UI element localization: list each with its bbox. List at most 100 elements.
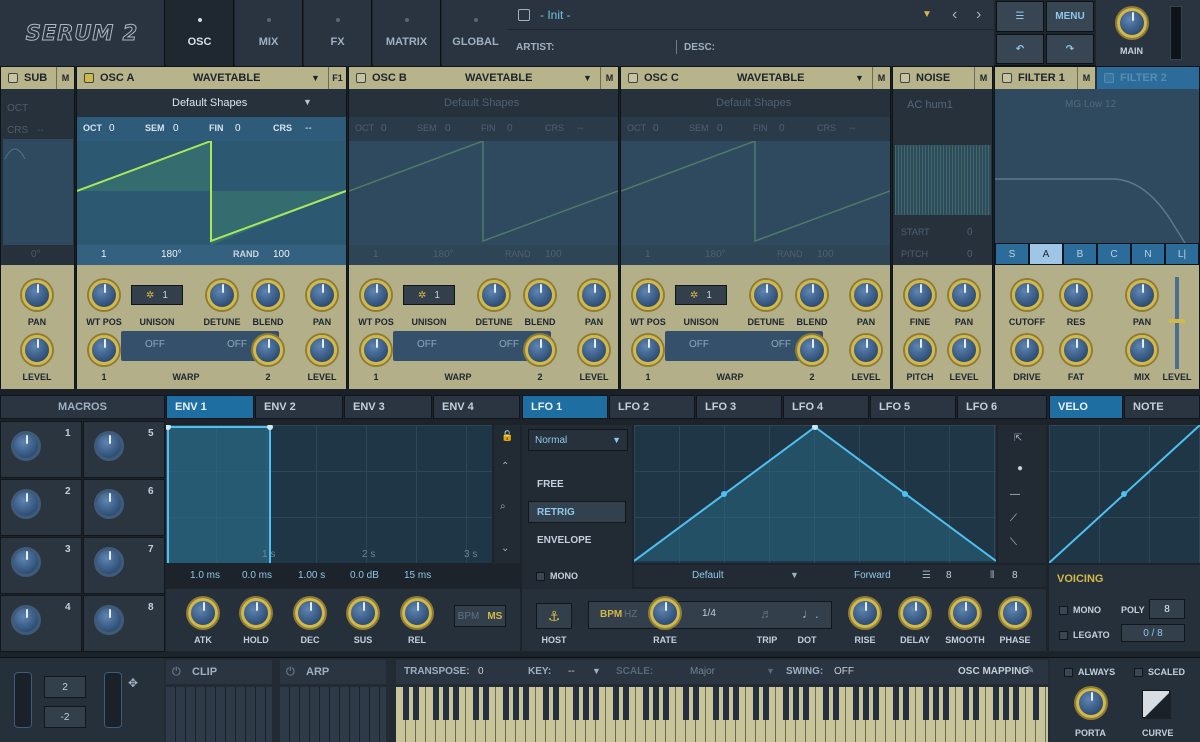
filter2-header[interactable]: FILTER 2	[1097, 67, 1199, 89]
zoom-down-icon[interactable]: ⌄	[501, 543, 509, 554]
mod-wheel[interactable]	[104, 672, 122, 728]
lfo-shape-dropdown-icon[interactable]: ▼	[790, 570, 799, 580]
lfo-smooth-knob[interactable]	[950, 598, 980, 628]
osc-c-pan-knob[interactable]	[851, 280, 881, 310]
filter1-header[interactable]: FILTER 1M	[995, 67, 1095, 89]
arp-tab[interactable]: ⏻ ARP	[280, 660, 386, 684]
tab-lfo-5[interactable]: LFO 5	[870, 395, 956, 419]
noise-sample-name[interactable]: AC hum1	[907, 99, 953, 111]
lfo-hz-label[interactable]: HZ	[624, 609, 637, 620]
osc-b-type[interactable]: WAVETABLE	[465, 72, 532, 84]
osc-b-warp1-knob[interactable]	[361, 335, 391, 365]
osc-a-blend-knob[interactable]	[253, 280, 283, 310]
macro-7[interactable]: 7	[83, 537, 165, 594]
velocity-graph[interactable]	[1048, 424, 1200, 564]
macro-2[interactable]: 2	[0, 479, 82, 536]
osc-c-detune-knob[interactable]	[751, 280, 781, 310]
filter-mix-knob[interactable]	[1127, 335, 1157, 365]
osc-c-warp1-knob[interactable]	[633, 335, 663, 365]
preset-name[interactable]: - Init -	[540, 8, 571, 22]
osc-a-type[interactable]: WAVETABLE	[193, 72, 260, 84]
filter-route-n[interactable]: N	[1131, 243, 1165, 265]
lfo-grid-y-value[interactable]: 8	[1012, 570, 1018, 581]
tab-fx[interactable]: FX	[304, 0, 372, 66]
osc-a-warp2-knob[interactable]	[253, 335, 283, 365]
clip-tab[interactable]: ⏻ CLIP	[166, 660, 272, 684]
lfo-rate-value[interactable]: 1/4	[702, 608, 716, 619]
tab-lfo-6[interactable]: LFO 6	[957, 395, 1047, 419]
env-release-value[interactable]: 15 ms	[404, 570, 431, 581]
preset-dropdown-icon[interactable]: ▼	[922, 9, 932, 20]
keyboard[interactable]	[396, 687, 1048, 742]
tab-lfo-4[interactable]: LFO 4	[783, 395, 869, 419]
filter-route-b[interactable]: B	[1063, 243, 1097, 265]
lfo-rise-icon[interactable]: ⟋	[1010, 513, 1017, 524]
lfo-envelope-option[interactable]: ENVELOPE	[528, 529, 626, 551]
filter-level-slider[interactable]	[1175, 277, 1179, 369]
browser-icon[interactable]: ☰	[996, 1, 1044, 32]
preset-prev-icon[interactable]: ‹	[952, 6, 957, 24]
lfo-phase-knob[interactable]	[1000, 598, 1030, 628]
filter-display[interactable]: MG Low 12	[995, 89, 1199, 243]
lfo-grid-x-value[interactable]: 8	[946, 570, 952, 581]
noise-level-knob[interactable]	[949, 335, 979, 365]
filter-drive-knob[interactable]	[1012, 335, 1042, 365]
env-bpm-ms-toggle[interactable]: BPM MS	[454, 605, 506, 627]
sub-header[interactable]: SUB M	[1, 67, 74, 89]
macro-5[interactable]: 5	[83, 421, 165, 478]
pencil-icon[interactable]: ✎	[1026, 665, 1034, 676]
tab-osc[interactable]: OSC	[166, 0, 234, 66]
osc-b-wavetable-name[interactable]: Default Shapes	[444, 97, 519, 109]
osc-mapping-button[interactable]: OSC MAPPING	[958, 666, 1029, 677]
osc-c-enable-checkbox[interactable]	[628, 73, 638, 83]
lfo-rate-knob[interactable]	[650, 598, 680, 628]
portamento-knob[interactable]	[1076, 688, 1106, 718]
lfo-graph[interactable]	[633, 424, 997, 563]
lfo-export-icon[interactable]: ⇱	[1014, 433, 1022, 444]
legato-checkbox[interactable]	[1059, 631, 1068, 640]
env-hold-value[interactable]: 0.0 ms	[242, 570, 272, 581]
env-hold-knob[interactable]	[241, 598, 271, 628]
macro-8[interactable]: 8	[83, 595, 165, 652]
lfo-mono-checkbox[interactable]	[536, 572, 545, 581]
always-checkbox[interactable]	[1064, 668, 1073, 677]
lfo-fall-icon[interactable]: ⟍	[1010, 537, 1017, 548]
lfo-bpm-label[interactable]: BPM	[600, 609, 622, 620]
noise-mute-button[interactable]: M	[974, 67, 992, 89]
scale-dropdown-icon[interactable]: ▼	[766, 666, 775, 676]
key-dropdown-icon[interactable]: ▼	[592, 666, 601, 676]
lfo-retrig-option[interactable]: RETRIG	[528, 501, 626, 523]
osc-a-enable-checkbox[interactable]	[84, 73, 94, 83]
lfo-free-option[interactable]: FREE	[528, 473, 626, 495]
env-release-knob[interactable]	[402, 598, 432, 628]
osc-a-sem-value[interactable]: 0	[173, 123, 179, 134]
semitone-up-down[interactable]: -2	[44, 706, 86, 728]
filter-pan-knob[interactable]	[1127, 280, 1157, 310]
filter1-enable-checkbox[interactable]	[1002, 73, 1012, 83]
key-value[interactable]: --	[568, 666, 575, 677]
filter-level-handle[interactable]	[1169, 319, 1185, 323]
osc-b-warp2-knob[interactable]	[525, 335, 555, 365]
lfo-host-anchor-icon[interactable]: ⚓	[536, 603, 572, 629]
tab-note[interactable]: NOTE	[1124, 395, 1200, 419]
tab-env-1[interactable]: ENV 1	[166, 395, 254, 419]
osc-c-wtpos-knob[interactable]	[633, 280, 663, 310]
preset-next-icon[interactable]: ›	[976, 6, 981, 24]
noise-fine-knob[interactable]	[905, 280, 935, 310]
noise-pitch-knob[interactable]	[905, 335, 935, 365]
osc-a-crs-value[interactable]: --	[305, 123, 312, 134]
lfo-rise-knob[interactable]	[850, 598, 880, 628]
osc-c-blend-knob[interactable]	[797, 280, 827, 310]
filter-fat-knob[interactable]	[1061, 335, 1091, 365]
scaled-checkbox[interactable]	[1134, 668, 1143, 677]
tab-matrix[interactable]: MATRIX	[373, 0, 441, 66]
osc-a-fin-value[interactable]: 0	[235, 123, 241, 134]
noise-enable-checkbox[interactable]	[900, 73, 910, 83]
filter-cutoff-knob[interactable]	[1012, 280, 1042, 310]
tab-velo[interactable]: VELO	[1049, 395, 1123, 419]
tab-env-4[interactable]: ENV 4	[433, 395, 520, 419]
move-icon[interactable]: ✥	[128, 676, 138, 690]
transpose-value[interactable]: 0	[478, 666, 484, 677]
lfo-point-icon[interactable]: ●	[1017, 463, 1023, 474]
env-attack-value[interactable]: 1.0 ms	[190, 570, 220, 581]
